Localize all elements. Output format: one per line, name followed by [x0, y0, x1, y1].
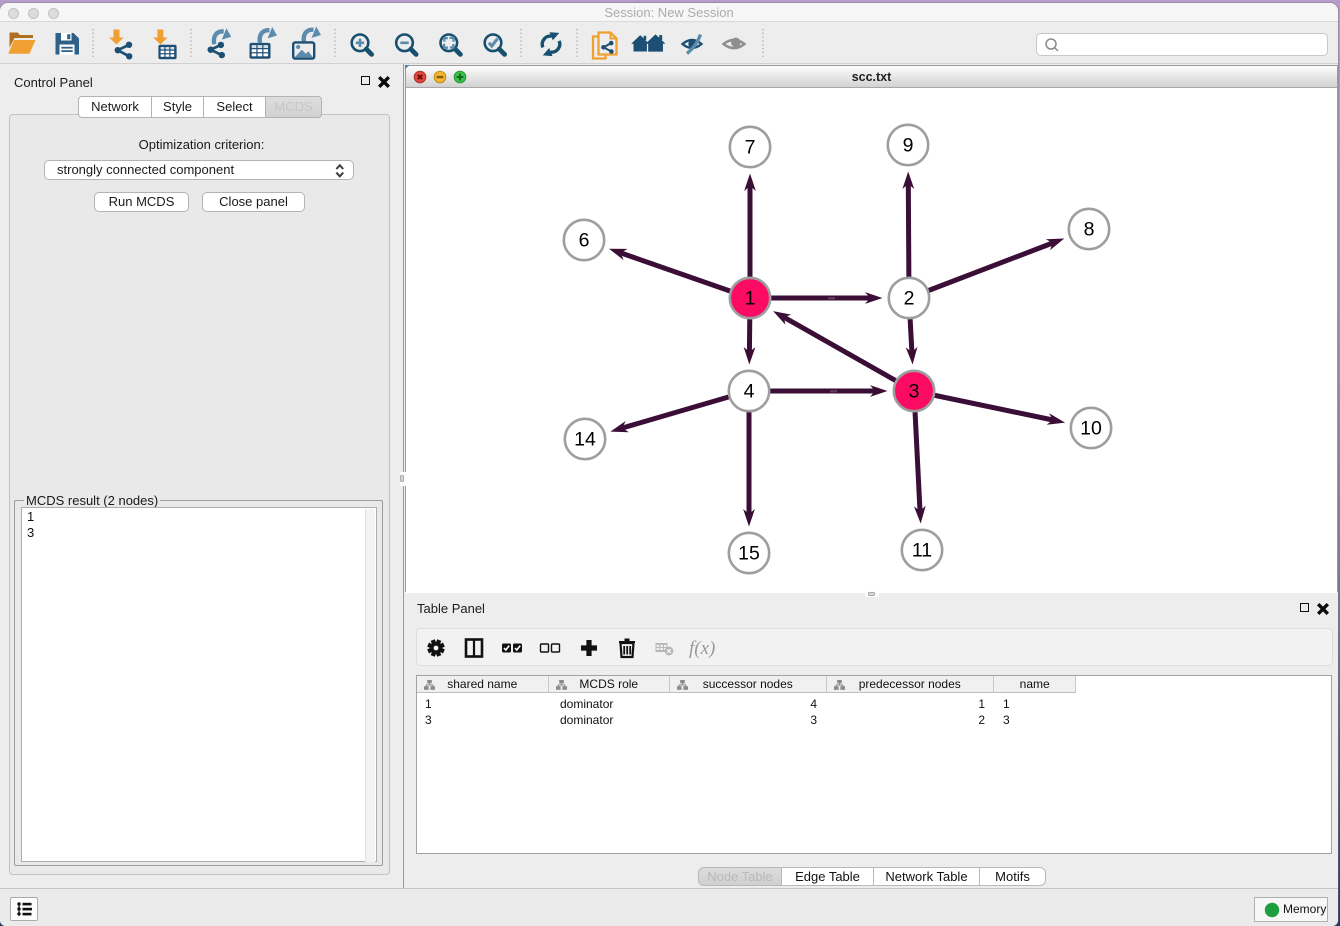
svg-text:11: 11	[912, 540, 932, 562]
svg-text:2: 2	[904, 288, 915, 310]
svg-text:3: 3	[909, 381, 920, 403]
svg-text:14: 14	[574, 429, 596, 451]
svg-text:1: 1	[745, 288, 756, 310]
svg-text:15: 15	[738, 543, 760, 565]
svg-text:8: 8	[1084, 219, 1095, 241]
svg-text:9: 9	[903, 135, 914, 157]
svg-text:10: 10	[1080, 418, 1102, 440]
svg-text:6: 6	[579, 230, 590, 252]
svg-text:7: 7	[745, 137, 756, 159]
svg-text:f(x): f(x)	[689, 638, 715, 659]
svg-text:4: 4	[744, 381, 755, 403]
